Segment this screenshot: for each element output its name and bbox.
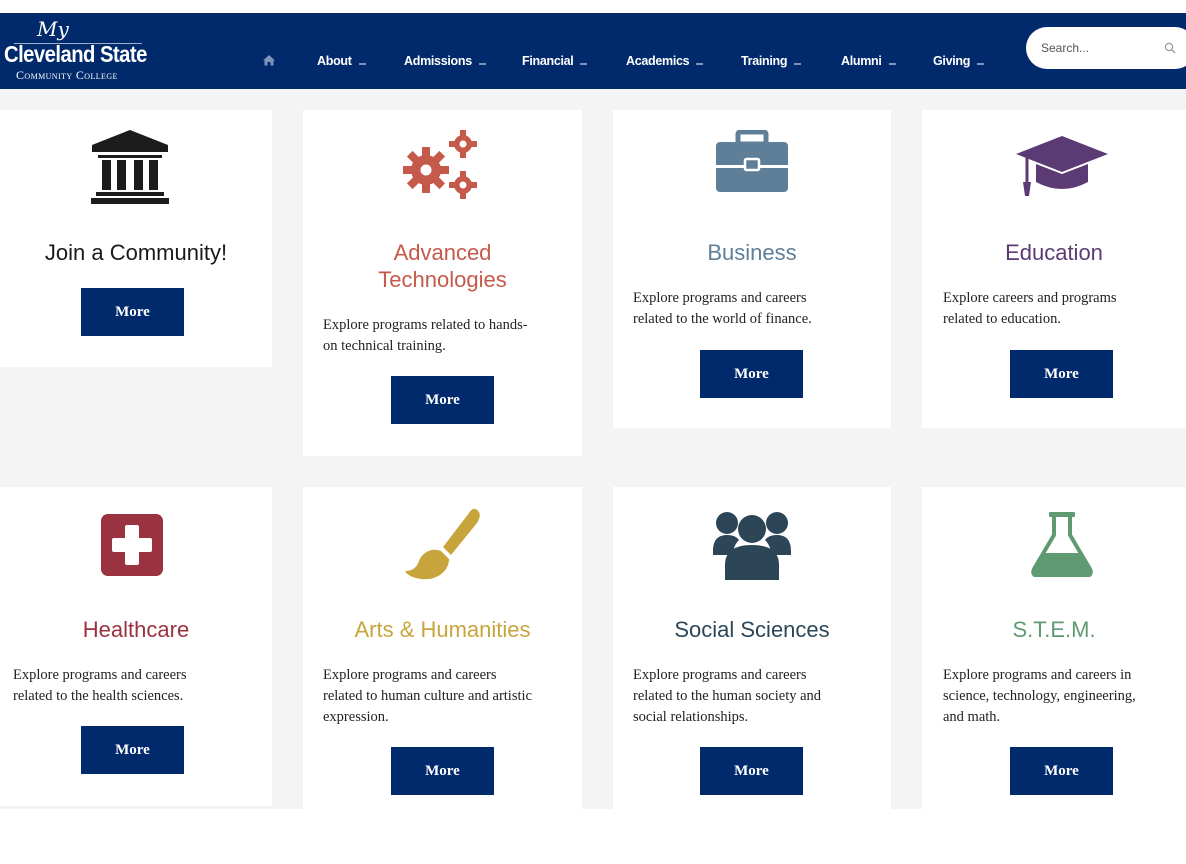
card-desc-line3: and math. bbox=[943, 709, 1001, 725]
card-desc-line1: Explore programs related to hands- bbox=[323, 317, 528, 333]
card-title-line2: Technologies bbox=[378, 267, 507, 292]
logo-name-text: Cleveland State bbox=[4, 41, 147, 67]
nav-academics-label: Academics bbox=[626, 54, 690, 68]
group-icon bbox=[713, 512, 791, 580]
card-title: Healthcare bbox=[82, 617, 190, 642]
bank-icon bbox=[91, 130, 169, 204]
card-title: Business bbox=[707, 240, 797, 265]
card-desc-line1: Explore programs and careers in bbox=[943, 667, 1132, 683]
flask-icon bbox=[1031, 512, 1093, 577]
main-navbar: My Cleveland State Community College Abo… bbox=[0, 13, 1186, 89]
card-desc-line2: related to the human society and bbox=[633, 688, 822, 704]
card-title: Education bbox=[1005, 240, 1103, 265]
more-button[interactable]: More bbox=[700, 747, 803, 795]
search-input[interactable]: Search... bbox=[1026, 27, 1186, 69]
gears-icon bbox=[403, 130, 477, 199]
card-desc-line2: related to human culture and artistic bbox=[323, 688, 532, 704]
chevron-down-icon bbox=[478, 62, 486, 65]
card-social-sciences: Social Sciences Explore programs and car… bbox=[613, 487, 891, 809]
card-join-community: Join a Community! More bbox=[0, 110, 272, 367]
card-desc-line1: Explore programs and careers bbox=[633, 667, 807, 683]
card-stem: S.T.E.M. Explore programs and careers in… bbox=[922, 487, 1186, 809]
chevron-down-icon bbox=[888, 62, 896, 65]
card-desc-line1: Explore careers and programs bbox=[943, 290, 1117, 306]
card-desc-line2: on technical training. bbox=[323, 338, 446, 354]
chevron-down-icon bbox=[977, 62, 985, 65]
more-button[interactable]: More bbox=[700, 350, 803, 398]
card-title: Join a Community! bbox=[44, 240, 228, 265]
nav-about-label: About bbox=[317, 54, 352, 68]
card-title-line1: Advanced bbox=[393, 240, 492, 265]
nav-admissions-label: Admissions bbox=[404, 54, 472, 68]
chevron-down-icon bbox=[794, 62, 802, 65]
home-icon[interactable] bbox=[262, 53, 276, 67]
card-desc-line3: social relationships. bbox=[633, 709, 749, 725]
logo-my-text: My bbox=[37, 17, 69, 41]
card-desc-line3: expression. bbox=[323, 709, 389, 725]
more-button[interactable]: More bbox=[1010, 350, 1113, 398]
medical-cross-icon bbox=[101, 514, 163, 576]
card-desc-line2: related to the world of finance. bbox=[633, 311, 812, 327]
search-icon[interactable] bbox=[1164, 42, 1176, 54]
chevron-down-icon bbox=[580, 62, 588, 65]
search-placeholder: Search... bbox=[1041, 41, 1090, 55]
card-title: Social Sciences bbox=[674, 617, 830, 642]
nav-training[interactable]: Training bbox=[741, 54, 802, 70]
card-arts-humanities: Arts & Humanities Explore programs and c… bbox=[303, 487, 582, 809]
nav-admissions[interactable]: Admissions bbox=[404, 54, 486, 70]
nav-about[interactable]: About bbox=[317, 54, 366, 70]
briefcase-icon bbox=[716, 130, 788, 192]
chevron-down-icon bbox=[358, 62, 366, 65]
nav-academics[interactable]: Academics bbox=[626, 54, 704, 70]
chevron-down-icon bbox=[696, 62, 704, 65]
card-business: Business Explore programs and careers re… bbox=[613, 110, 891, 428]
card-title: Arts & Humanities bbox=[354, 617, 531, 642]
nav-alumni[interactable]: Alumni bbox=[841, 54, 896, 70]
card-healthcare: Healthcare Explore programs and careers … bbox=[0, 487, 272, 806]
nav-giving-label: Giving bbox=[933, 54, 971, 68]
graduation-cap-icon bbox=[1016, 136, 1108, 196]
card-advanced-technologies: Advanced Technologies Explore programs r… bbox=[303, 110, 582, 456]
card-desc-line2: related to the health sciences. bbox=[13, 688, 184, 704]
more-button[interactable]: More bbox=[391, 376, 494, 424]
top-strip bbox=[0, 0, 1186, 13]
card-education: Education Explore careers and programs r… bbox=[922, 110, 1186, 428]
nav-giving[interactable]: Giving bbox=[933, 54, 985, 70]
card-desc-line1: Explore programs and careers bbox=[633, 290, 807, 306]
paintbrush-icon bbox=[405, 508, 480, 580]
more-button[interactable]: More bbox=[391, 747, 494, 795]
card-title: S.T.E.M. bbox=[1012, 617, 1096, 642]
nav-alumni-label: Alumni bbox=[841, 54, 882, 68]
college-logo[interactable]: My Cleveland State Community College bbox=[4, 19, 164, 83]
card-desc-line2: related to education. bbox=[943, 311, 1061, 327]
card-desc-line1: Explore programs and careers bbox=[13, 667, 187, 683]
more-button[interactable]: More bbox=[81, 726, 184, 774]
more-button[interactable]: More bbox=[1010, 747, 1113, 795]
nav-financial-label: Financial bbox=[522, 54, 574, 68]
nav-training-label: Training bbox=[741, 54, 788, 68]
logo-sub-text: Community College bbox=[16, 68, 118, 82]
card-desc-line2: science, technology, engineering, bbox=[943, 688, 1136, 704]
more-button[interactable]: More bbox=[81, 288, 184, 336]
nav-financial[interactable]: Financial bbox=[522, 54, 588, 70]
card-desc-line1: Explore programs and careers bbox=[323, 667, 497, 683]
